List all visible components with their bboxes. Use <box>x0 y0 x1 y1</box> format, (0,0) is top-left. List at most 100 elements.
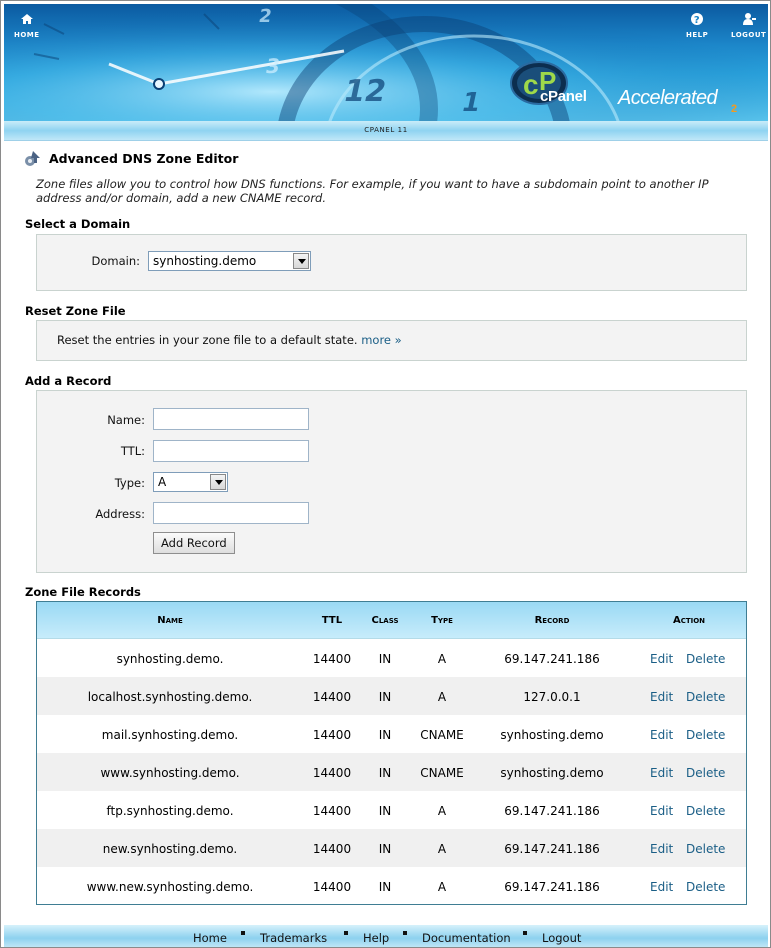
record-type: A <box>437 690 447 704</box>
domain-select[interactable]: synhosting.demo <box>148 251 311 271</box>
record-name: localhost.synhosting.demo. <box>87 690 253 704</box>
help-icon: ? <box>691 13 704 26</box>
record-ttl: 14400 <box>312 804 352 818</box>
select-domain-panel: Domain: synhosting.demo <box>36 234 747 291</box>
record-name: www.synhosting.demo. <box>100 766 240 780</box>
domain-label: Domain: <box>91 254 141 268</box>
edit-record-link[interactable]: Edit <box>650 728 673 742</box>
column-header-action: Action <box>672 615 706 626</box>
delete-record-link[interactable]: Delete <box>686 766 725 780</box>
record-type: A <box>437 804 447 818</box>
svg-text:c: c <box>523 69 539 100</box>
record-name: synhosting.demo. <box>116 652 224 666</box>
record-ttl: 14400 <box>312 728 352 742</box>
window-frame: 2 3 12 1 HOME ? HELP LOGOUT c P cPanel A… <box>0 0 771 948</box>
address-input[interactable] <box>153 502 309 524</box>
footer-separator <box>403 931 407 935</box>
type-label: Type: <box>114 476 145 490</box>
record-value: synhosting.demo <box>500 728 604 742</box>
select-domain-heading: Select a Domain <box>25 217 131 231</box>
delete-record-link[interactable]: Delete <box>686 728 725 742</box>
table-row: ftp.synhosting.demo. 14400 IN A 69.147.2… <box>37 791 746 829</box>
record-ttl: 14400 <box>312 842 352 856</box>
footer-trademarks-link[interactable]: Trademarks <box>260 931 327 945</box>
logout-label: LOGOUT <box>731 31 767 39</box>
ttl-input[interactable] <box>153 440 309 462</box>
footer-separator <box>344 931 348 935</box>
record-type: CNAME <box>420 766 464 780</box>
delete-record-link[interactable]: Delete <box>686 690 725 704</box>
add-record-heading: Add a Record <box>25 374 112 388</box>
type-select[interactable]: A <box>153 472 228 492</box>
record-value: 69.147.241.186 <box>504 804 600 818</box>
help-label: HELP <box>686 31 709 39</box>
table-row: www.synhosting.demo. 14400 IN CNAME synh… <box>37 753 746 791</box>
svg-text:?: ? <box>694 15 700 26</box>
edit-record-link[interactable]: Edit <box>650 652 673 666</box>
record-class: IN <box>378 652 392 666</box>
record-class: IN <box>378 804 392 818</box>
column-header-record: Record <box>534 615 570 626</box>
column-header-ttl: TTL <box>321 615 343 626</box>
records-table-header: Name TTL Class Type Record Action <box>37 602 746 639</box>
record-name: new.synhosting.demo. <box>102 842 238 856</box>
delete-record-link[interactable]: Delete <box>686 880 725 894</box>
home-label: HOME <box>14 31 40 39</box>
delete-record-link[interactable]: Delete <box>686 652 725 666</box>
type-select-value: A <box>158 475 167 489</box>
name-label: Name: <box>107 413 145 427</box>
reset-more-link[interactable]: more » <box>361 333 401 347</box>
record-name: mail.synhosting.demo. <box>101 728 239 742</box>
footer-separator <box>241 931 245 935</box>
logout-link[interactable]: LOGOUT <box>731 12 766 39</box>
column-header-class: Class <box>371 615 399 626</box>
table-row: mail.synhosting.demo. 14400 IN CNAME syn… <box>37 715 746 753</box>
records-heading: Zone File Records <box>25 585 141 599</box>
logout-user-icon <box>742 13 756 25</box>
table-row: new.synhosting.demo. 14400 IN A 69.147.2… <box>37 829 746 867</box>
table-row: www.new.synhosting.demo. 14400 IN A 69.1… <box>37 867 746 905</box>
reset-zone-text: Reset the entries in your zone file to a… <box>57 333 402 347</box>
record-value: synhosting.demo <box>500 766 604 780</box>
name-input[interactable] <box>153 408 309 430</box>
chevron-down-icon <box>293 253 309 269</box>
record-value: 69.147.241.186 <box>504 842 600 856</box>
reset-zone-heading: Reset Zone File <box>25 304 126 318</box>
edit-record-link[interactable]: Edit <box>650 690 673 704</box>
record-class: IN <box>378 842 392 856</box>
dns-editor-icon <box>25 151 40 166</box>
domain-select-value: synhosting.demo <box>153 254 257 268</box>
records-table: Name TTL Class Type Record Action synhos… <box>36 601 747 905</box>
edit-record-link[interactable]: Edit <box>650 880 673 894</box>
brand-tagline: Accelerated <box>618 87 718 109</box>
edit-record-link[interactable]: Edit <box>650 766 673 780</box>
record-ttl: 14400 <box>312 880 352 894</box>
table-row: synhosting.demo. 14400 IN A 69.147.241.1… <box>37 639 746 677</box>
delete-record-link[interactable]: Delete <box>686 804 725 818</box>
footer-home-link[interactable]: Home <box>193 931 227 945</box>
add-record-button[interactable]: Add Record <box>153 532 235 554</box>
edit-record-link[interactable]: Edit <box>650 804 673 818</box>
record-name: ftp.synhosting.demo. <box>106 804 234 818</box>
home-link[interactable]: HOME <box>14 12 40 39</box>
footer-separator <box>523 931 527 935</box>
record-type: A <box>437 880 447 894</box>
footer-logout-link[interactable]: Logout <box>542 931 581 945</box>
home-icon <box>20 14 33 24</box>
footer-documentation-link[interactable]: Documentation <box>422 931 511 945</box>
record-ttl: 14400 <box>312 652 352 666</box>
address-label: Address: <box>95 507 145 521</box>
column-header-type: Type <box>431 615 453 626</box>
banner-numeral: 12 <box>340 74 390 109</box>
record-value: 69.147.241.186 <box>504 880 600 894</box>
record-class: IN <box>378 880 392 894</box>
delete-record-link[interactable]: Delete <box>686 842 725 856</box>
table-row: localhost.synhosting.demo. 14400 IN A 12… <box>37 677 746 715</box>
page-title: Advanced DNS Zone Editor <box>49 151 239 166</box>
brand-version: 2 <box>731 103 738 115</box>
record-class: IN <box>378 690 392 704</box>
edit-record-link[interactable]: Edit <box>650 842 673 856</box>
record-type: A <box>437 842 447 856</box>
footer-help-link[interactable]: Help <box>363 931 389 945</box>
help-link[interactable]: ? HELP <box>686 12 708 39</box>
